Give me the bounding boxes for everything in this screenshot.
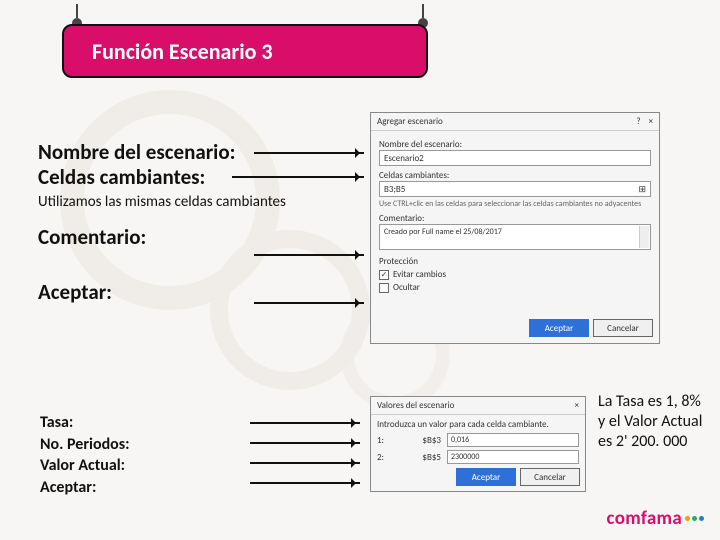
dialog-titlebar: Valores del escenario × xyxy=(371,397,585,415)
arrow-icon xyxy=(254,302,364,304)
cell-ref: $B$5 xyxy=(393,452,443,463)
arrow-icon xyxy=(250,442,360,444)
input-value: 0,016 xyxy=(451,435,469,445)
dialog-title-text: Agregar escenario xyxy=(377,116,443,127)
slide-title-text: Función Escenario 3 xyxy=(92,38,273,65)
button-label: Aceptar xyxy=(472,472,501,483)
dialog-titlebar: Agregar escenario ? × xyxy=(371,113,659,131)
input-nombre-escenario[interactable]: Escenario2 xyxy=(379,150,651,166)
cell-value-input[interactable]: 0,016 xyxy=(447,433,579,447)
comfama-logo: comfama xyxy=(607,507,704,530)
textarea-comentario[interactable]: Creado por Full name el 25/08/2017 xyxy=(379,224,651,250)
logo-dots-icon xyxy=(685,516,704,521)
list-item-valor-actual: Valor Actual: xyxy=(40,455,130,477)
arrow-icon xyxy=(254,152,364,154)
row-index: 2: xyxy=(377,452,389,463)
close-icon[interactable]: × xyxy=(649,116,653,127)
aceptar-button[interactable]: Aceptar xyxy=(529,319,589,337)
checkbox-label: Evitar cambios xyxy=(393,269,446,280)
button-label: Aceptar xyxy=(545,323,574,334)
list-item-aceptar: Aceptar: xyxy=(40,477,130,499)
bottom-left-list: Tasa: No. Periodos: Valor Actual: Acepta… xyxy=(40,412,130,498)
aceptar-button[interactable]: Aceptar xyxy=(456,468,516,486)
cell-ref: $B$3 xyxy=(393,435,443,446)
cell-value-input[interactable]: 2300000 xyxy=(447,450,579,464)
textarea-value: Creado por Full name el 25/08/2017 xyxy=(384,227,502,237)
checkbox-ocultar[interactable]: Ocultar xyxy=(379,282,651,293)
left-bullets: Nombre del escenario: Celdas cambiantes:… xyxy=(38,140,328,305)
cancelar-button[interactable]: Cancelar xyxy=(593,319,653,337)
arrow-icon xyxy=(250,482,360,484)
arrow-icon xyxy=(250,462,360,464)
side-note: La Tasa es 1, 8% y el Valor Actual es 2'… xyxy=(598,392,706,452)
close-icon[interactable]: × xyxy=(575,400,579,411)
help-icon[interactable]: ? xyxy=(636,116,640,127)
dialog-agregar-escenario: Agregar escenario ? × Nombre del escenar… xyxy=(370,112,660,344)
input-celdas-cambiantes[interactable]: B3;B5 ⊞ xyxy=(379,181,651,197)
slide-title: Función Escenario 3 xyxy=(62,24,428,78)
dialog-title-text: Valores del escenario xyxy=(377,400,454,411)
list-item-periodos: No. Periodos: xyxy=(40,434,130,456)
hint-ctrl-clic: Use CTRL+clic en las celdas para selecci… xyxy=(379,199,651,209)
dialog-buttons: Aceptar Cancelar xyxy=(456,468,580,486)
arrow-icon xyxy=(250,422,360,424)
checkbox-icon xyxy=(379,283,389,293)
range-picker-icon[interactable]: ⊞ xyxy=(638,184,646,195)
dialog-body: Introduzca un valor para cada celda camb… xyxy=(371,415,585,468)
arrow-icon xyxy=(254,254,364,256)
value-row: 1: $B$3 0,016 xyxy=(377,433,579,447)
dialog-intro: Introduzca un valor para cada celda camb… xyxy=(377,419,579,430)
label-comentario: Comentario: xyxy=(379,213,651,224)
input-value: B3;B5 xyxy=(384,184,405,195)
input-value: Escenario2 xyxy=(384,153,424,164)
label-celdas-cambiantes: Celdas cambiantes: xyxy=(379,170,651,181)
button-label: Cancelar xyxy=(607,323,639,334)
bullet-comentario: Comentario: xyxy=(38,225,328,250)
checkbox-label: Ocultar xyxy=(393,282,420,293)
dialog-valores-escenario: Valores del escenario × Introduzca un va… xyxy=(370,396,586,492)
scrollbar[interactable] xyxy=(639,226,649,248)
dialog-buttons: Aceptar Cancelar xyxy=(529,319,653,337)
label-nombre-escenario: Nombre del escenario: xyxy=(379,139,651,150)
arrow-icon xyxy=(232,176,364,178)
section-proteccion: Protección xyxy=(379,256,651,267)
value-row: 2: $B$5 2300000 xyxy=(377,450,579,464)
logo-text: comfama xyxy=(607,507,682,530)
row-index: 1: xyxy=(377,435,389,446)
cancelar-button[interactable]: Cancelar xyxy=(520,468,580,486)
checkbox-icon: ✓ xyxy=(379,270,389,280)
input-value: 2300000 xyxy=(451,452,479,462)
button-label: Cancelar xyxy=(534,472,566,483)
dialog-body: Nombre del escenario: Escenario2 Celdas … xyxy=(371,131,659,297)
checkbox-evitar-cambios[interactable]: ✓ Evitar cambios xyxy=(379,269,651,280)
bullet-note: Utilizamos las mismas celdas cambiantes xyxy=(38,194,328,212)
list-item-tasa: Tasa: xyxy=(40,412,130,434)
